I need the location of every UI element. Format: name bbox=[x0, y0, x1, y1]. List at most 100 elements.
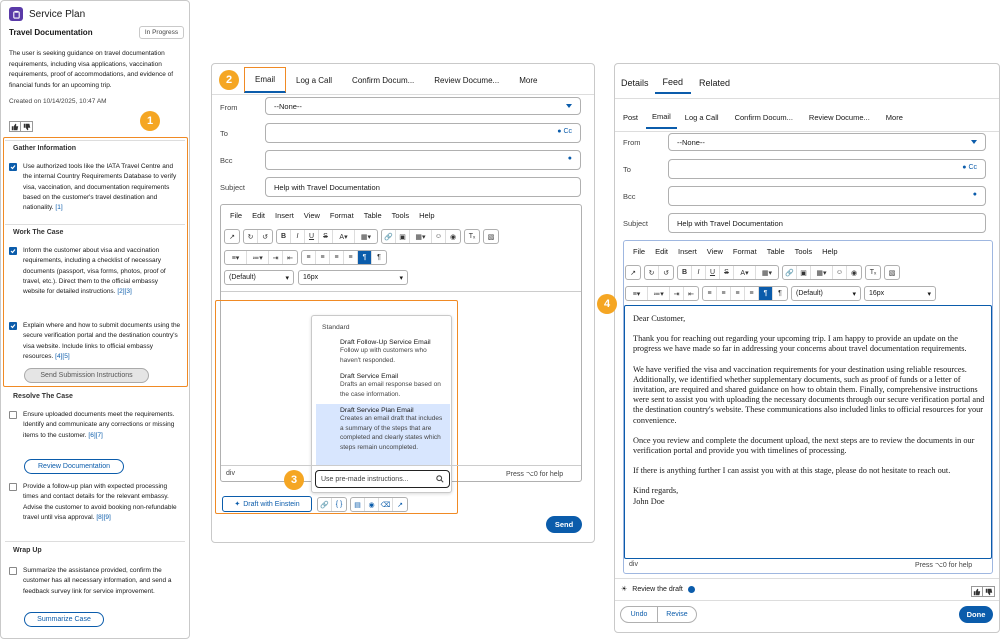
expand-icon[interactable]: ↗ bbox=[225, 230, 239, 243]
send-submission-instructions-button[interactable]: Send Submission Instructions bbox=[24, 368, 149, 383]
tab-more[interactable]: More bbox=[878, 103, 911, 131]
thumbs-up-icon[interactable] bbox=[9, 121, 21, 132]
tab-confirm-documents[interactable]: Confirm Docum... bbox=[342, 66, 424, 94]
citation-link[interactable]: [6][7] bbox=[88, 432, 102, 439]
font-size-select[interactable]: 16px ▾ bbox=[298, 270, 408, 285]
clear-format-icon[interactable]: Tₓ bbox=[465, 230, 479, 243]
from-select[interactable]: --None-- bbox=[668, 133, 986, 151]
ltr-icon[interactable]: ¶ bbox=[358, 251, 372, 264]
from-select[interactable]: --None-- bbox=[265, 97, 581, 115]
text-color-icon[interactable]: A▾ bbox=[333, 230, 355, 243]
popout-icon[interactable]: ↗ bbox=[393, 498, 407, 511]
rtl-icon[interactable]: ¶ bbox=[372, 251, 386, 264]
preview-icon[interactable]: ◉ bbox=[365, 498, 379, 511]
menu-insert[interactable]: Insert bbox=[275, 211, 294, 220]
image-icon[interactable]: ▣ bbox=[396, 230, 410, 243]
emoji-icon[interactable]: ☺ bbox=[833, 266, 847, 279]
summarize-case-button[interactable]: Summarize Case bbox=[24, 612, 104, 627]
tab-review-documents[interactable]: Review Docume... bbox=[424, 66, 509, 94]
bold-icon[interactable]: B bbox=[277, 230, 291, 243]
tab-review-documents[interactable]: Review Docume... bbox=[801, 103, 878, 131]
menu-edit[interactable]: Edit bbox=[655, 247, 668, 256]
tab-log-a-call[interactable]: Log a Call bbox=[677, 103, 727, 131]
thumbs-up-icon[interactable] bbox=[971, 586, 983, 597]
to-field[interactable]: ● Cc bbox=[265, 123, 581, 143]
align-center-icon[interactable]: ≡ bbox=[316, 251, 330, 264]
revise-button[interactable]: Revise bbox=[657, 606, 697, 623]
strikethrough-icon[interactable]: S bbox=[720, 266, 734, 279]
redo-icon[interactable]: ↻ bbox=[244, 230, 258, 243]
align-right-icon[interactable]: ≡ bbox=[731, 287, 745, 300]
highlight-color-icon[interactable]: ▦▾ bbox=[756, 266, 778, 279]
merge-field-icon[interactable]: { } bbox=[332, 498, 346, 511]
tab-email[interactable]: Email bbox=[244, 67, 287, 93]
italic-icon[interactable]: I bbox=[291, 230, 305, 243]
tab-post[interactable]: Post bbox=[615, 103, 646, 131]
dropdown-item-follow-up[interactable]: Draft Follow-Up Service Email Follow up … bbox=[322, 339, 446, 365]
step-checkbox[interactable] bbox=[9, 567, 17, 575]
dropdown-item-service-email[interactable]: Draft Service Email Drafts an email resp… bbox=[322, 373, 446, 399]
comment-icon[interactable]: ◉ bbox=[446, 230, 460, 243]
numbered-list-icon[interactable]: ≔▾ bbox=[648, 287, 670, 300]
thumbs-down-icon[interactable] bbox=[983, 586, 995, 597]
step-checkbox[interactable] bbox=[9, 163, 17, 171]
step-checkbox[interactable] bbox=[9, 247, 17, 255]
step-checkbox[interactable] bbox=[9, 411, 17, 419]
outdent-icon[interactable]: ⇤ bbox=[684, 287, 698, 300]
numbered-list-icon[interactable]: ≔▾ bbox=[247, 251, 269, 264]
bold-icon[interactable]: B bbox=[678, 266, 692, 279]
rtl-icon[interactable]: ¶ bbox=[773, 287, 787, 300]
clear-format-icon[interactable]: Tₓ bbox=[866, 266, 880, 279]
instructions-search-input[interactable]: Use pre-made instructions... bbox=[315, 470, 450, 488]
tab-email[interactable]: Email bbox=[646, 105, 677, 129]
menu-insert[interactable]: Insert bbox=[678, 247, 697, 256]
menu-edit[interactable]: Edit bbox=[252, 211, 265, 220]
menu-table[interactable]: Table bbox=[364, 211, 382, 220]
font-family-select[interactable]: (Default) ▾ bbox=[224, 270, 294, 285]
tab-confirm-documents[interactable]: Confirm Docum... bbox=[727, 103, 801, 131]
menu-help[interactable]: Help bbox=[419, 211, 434, 220]
text-color-icon[interactable]: A▾ bbox=[734, 266, 756, 279]
align-left-icon[interactable]: ≡ bbox=[302, 251, 316, 264]
ltr-icon[interactable]: ¶ bbox=[759, 287, 773, 300]
underline-icon[interactable]: U bbox=[305, 230, 319, 243]
add-person-icon[interactable]: ● bbox=[973, 191, 977, 198]
tab-more[interactable]: More bbox=[509, 66, 547, 94]
font-size-select[interactable]: 16px ▾ bbox=[864, 286, 936, 301]
subject-field[interactable]: Help with Travel Documentation bbox=[265, 177, 581, 197]
menu-help[interactable]: Help bbox=[822, 247, 837, 256]
italic-icon[interactable]: I bbox=[692, 266, 706, 279]
step-checkbox[interactable] bbox=[9, 483, 17, 491]
menu-tools[interactable]: Tools bbox=[392, 211, 410, 220]
align-left-icon[interactable]: ≡ bbox=[703, 287, 717, 300]
justify-icon[interactable]: ≡ bbox=[344, 251, 358, 264]
review-documentation-button[interactable]: Review Documentation bbox=[24, 459, 124, 474]
bullet-list-icon[interactable]: ≡▾ bbox=[225, 251, 247, 264]
menu-file[interactable]: File bbox=[230, 211, 242, 220]
table-icon[interactable]: ▦▾ bbox=[811, 266, 833, 279]
menu-format[interactable]: Format bbox=[330, 211, 354, 220]
table-icon[interactable]: ▦▾ bbox=[410, 230, 432, 243]
highlight-color-icon[interactable]: ▦▾ bbox=[355, 230, 377, 243]
indent-icon[interactable]: ⇥ bbox=[670, 287, 684, 300]
format-painter-icon[interactable]: ▧ bbox=[484, 230, 498, 243]
redo-icon[interactable]: ↻ bbox=[645, 266, 659, 279]
undo-button[interactable]: Undo bbox=[620, 606, 658, 623]
align-center-icon[interactable]: ≡ bbox=[717, 287, 731, 300]
send-button[interactable]: Send bbox=[546, 516, 582, 533]
menu-view[interactable]: View bbox=[707, 247, 723, 256]
link-icon[interactable]: 🔗 bbox=[783, 266, 797, 279]
font-family-select[interactable]: (Default) ▾ bbox=[791, 286, 861, 301]
subject-field[interactable]: Help with Travel Documentation bbox=[668, 213, 986, 233]
dropdown-item-service-plan[interactable]: Draft Service Plan Email Creates an emai… bbox=[316, 404, 450, 466]
bcc-field[interactable]: ● bbox=[668, 186, 986, 206]
expand-icon[interactable]: ↗ bbox=[626, 266, 640, 279]
to-field[interactable]: ● Cc bbox=[668, 159, 986, 179]
step-checkbox[interactable] bbox=[9, 322, 17, 330]
menu-tools[interactable]: Tools bbox=[795, 247, 813, 256]
format-painter-icon[interactable]: ▧ bbox=[885, 266, 899, 279]
citation-link[interactable]: [8][9] bbox=[96, 514, 110, 521]
outdent-icon[interactable]: ⇤ bbox=[283, 251, 297, 264]
citation-link[interactable]: [1] bbox=[55, 204, 62, 211]
cc-link[interactable]: ● Cc bbox=[557, 128, 572, 135]
